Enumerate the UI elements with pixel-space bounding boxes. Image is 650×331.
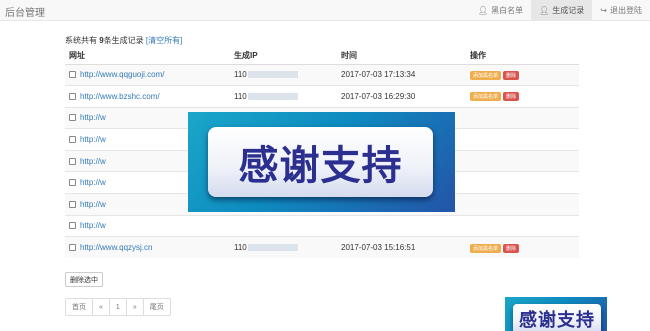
clear-all-link[interactable]: [清空所有] [146,36,182,45]
banner-text: 感谢支持 [238,143,403,189]
record-url-link[interactable]: http://w [80,135,106,144]
row-checkbox[interactable] [69,179,76,187]
actions-cell [470,149,579,172]
table-row: http://www.qqguoji.com/110 2017-07-03 17:… [65,63,579,86]
column-header-time: 时间 [341,48,470,65]
record-url-link[interactable]: http://www.bzshc.com/ [80,92,160,101]
banner-text: 感谢支持 [519,310,595,331]
row-checkbox[interactable] [69,200,76,208]
url-cell: http://www.bzshc.com/ [65,85,234,108]
page-number-button[interactable]: 1 [108,298,127,316]
add-blacklist-button[interactable]: 添加黑名单 [470,92,502,102]
table-header-row: 网址 生成IP 时间 操作 [65,48,579,65]
actions-cell: 添加黑名单 删除 [470,63,579,86]
url-cell: http://www.qqguoji.com/ [65,63,234,86]
actions-cell: 添加黑名单 删除 [470,236,579,259]
banner-plate: 感谢支持 [513,304,601,331]
thanks-banner-image: 感谢支持 [188,112,455,212]
page-next-button[interactable]: » [125,298,144,316]
column-header-ip: 生成IP [234,48,341,65]
page-first-button[interactable]: 首页 [65,298,93,316]
actions-cell [470,171,579,194]
user-icon: 👤︎ [539,6,550,15]
logout-icon: ↪ [600,6,607,15]
actions-cell [470,214,579,237]
time-cell: 2017-07-03 15:16:51 [341,236,470,259]
actions-cell: 添加黑名单 删除 [470,85,579,108]
actions-cell [470,193,579,216]
actions-cell [470,106,579,129]
thanks-banner-small-image: 感谢支持 [505,297,607,331]
table-row: http://w [65,214,579,237]
url-cell: http://w [65,214,234,237]
record-url-link[interactable]: http://www.qqguoji.com/ [80,70,164,79]
record-url-link[interactable]: http://w [80,221,106,230]
nav-item-label: 退出登陆 [610,6,642,15]
ip-cell: 110 [234,85,341,108]
page-prev-button[interactable]: « [92,298,110,316]
pagination: 首页 « 1 » 尾页 [65,298,171,316]
brand-title[interactable]: 后台管理 [5,4,45,19]
actions-cell [470,128,579,151]
summary-prefix: 系统共有 [65,36,97,45]
record-ip: 110 [234,70,247,80]
user-icon: 👤︎ [477,6,489,15]
row-checkbox[interactable] [69,157,76,165]
record-url-link[interactable]: http://w [80,157,106,166]
row-checkbox[interactable] [69,114,76,122]
table-row: http://www.bzshc.com/110 2017-07-03 16:29… [65,85,579,108]
ip-cell: 110 [234,236,341,259]
record-url-link[interactable]: http://w [80,178,106,187]
delete-selected-button[interactable]: 删除选中 [65,272,103,287]
time-cell [341,214,470,237]
nav-item-records[interactable]: 👤︎ 生成记录 [531,0,593,21]
record-ip: 110 [234,91,247,101]
column-header-url: 网址 [65,48,234,65]
summary-suffix: 条生成记录 [103,36,144,45]
page-last-button[interactable]: 尾页 [142,298,171,316]
delete-button[interactable]: 删除 [503,92,520,102]
add-blacklist-button[interactable]: 添加黑名单 [470,243,502,253]
table-row: http://www.qqzysj.cn 110 2017-07-03 15:16:… [65,236,579,259]
ip-redaction [247,244,298,252]
row-checkbox[interactable] [69,71,76,79]
record-summary: 系统共有 9条生成记录 [清空所有] [65,35,182,46]
ip-cell: 110 [234,63,341,86]
nav-item-blacklist[interactable]: 👤︎ 黑白名单 [470,0,531,21]
url-cell: http://www.qqzysj.cn [65,236,234,259]
row-checkbox[interactable] [69,244,76,252]
ip-redaction [247,92,298,100]
top-navbar: 后台管理 👤︎ 黑白名单 👤︎ 生成记录 ↪ 退出登陆 [0,0,650,21]
row-checkbox[interactable] [69,136,76,144]
record-url-link[interactable]: http://w [80,113,106,122]
ip-cell [234,214,341,237]
record-url-link[interactable]: http://www.qqzysj.cn [80,243,152,252]
time-cell: 2017-07-03 16:29:30 [341,85,470,108]
delete-button[interactable]: 删除 [503,243,520,253]
column-header-actions: 操作 [470,48,579,65]
nav-item-label: 生成记录 [552,6,585,15]
row-checkbox[interactable] [69,92,76,100]
row-checkbox[interactable] [69,222,76,230]
nav-menu: 👤︎ 黑白名单 👤︎ 生成记录 ↪ 退出登陆 [470,0,650,21]
add-blacklist-button[interactable]: 添加黑名单 [470,70,502,80]
record-ip: 110 [234,243,247,253]
banner-plate: 感谢支持 [208,127,433,197]
ip-redaction [247,71,298,79]
nav-item-logout[interactable]: ↪ 退出登陆 [592,0,650,21]
record-url-link[interactable]: http://w [80,200,106,209]
time-cell: 2017-07-03 17:13:34 [341,63,470,86]
nav-item-label: 黑白名单 [491,6,524,15]
delete-button[interactable]: 删除 [503,70,520,80]
